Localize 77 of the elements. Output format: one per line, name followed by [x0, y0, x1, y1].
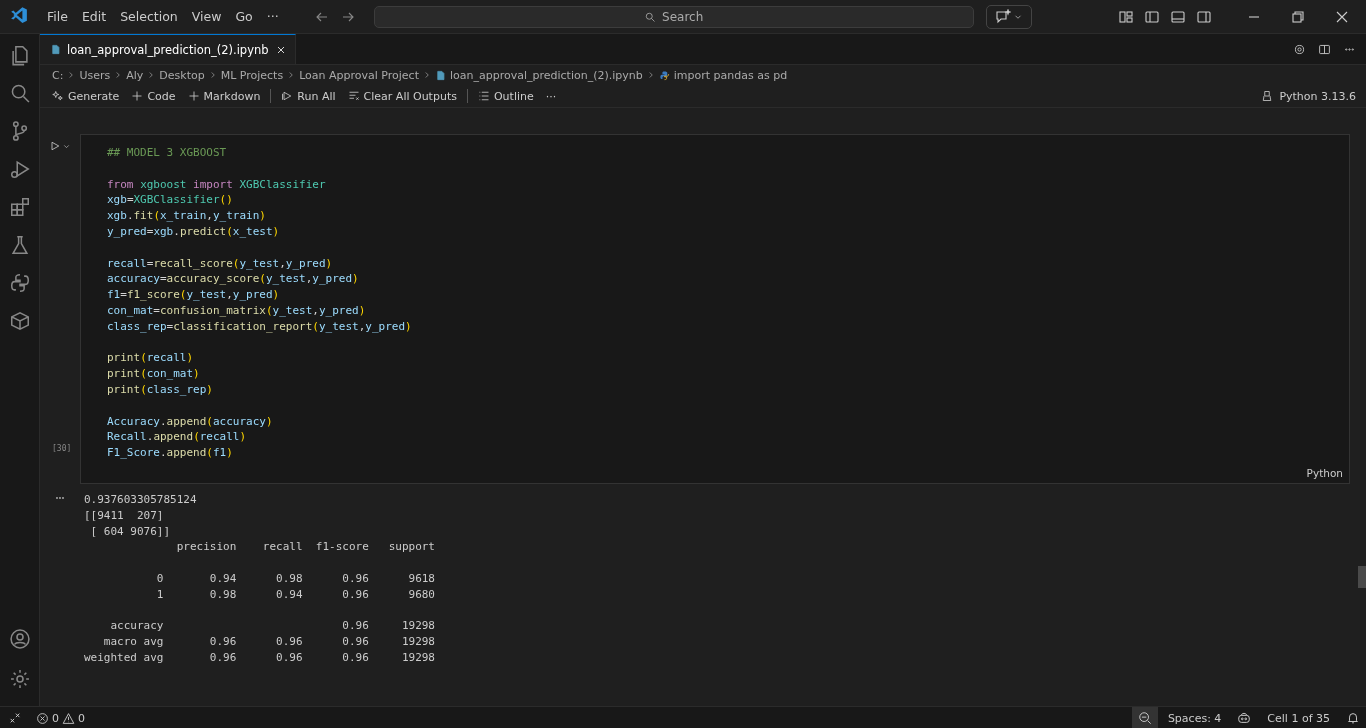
code-line: from xgboost import XGBClassifier — [107, 176, 327, 193]
code-line: f1=f1_score(y_test,y_pred) — [107, 287, 281, 303]
zoom-out-icon[interactable] — [1137, 711, 1152, 725]
layout-icon[interactable] — [1118, 8, 1134, 25]
extensions-icon[interactable] — [8, 196, 31, 218]
code-line: Recall.append(recall) — [107, 429, 248, 446]
breadcrumb-item[interactable]: Users — [79, 68, 111, 82]
menu-item[interactable]: Edit — [74, 6, 114, 27]
chat-bubble-icon — [994, 8, 1011, 25]
code-line: con_mat=confusion_matrix(y_test,y_pred) — [107, 302, 367, 319]
toolbar-button[interactable]: Outline — [473, 87, 538, 105]
sparkle-icon — [52, 90, 64, 102]
account-icon[interactable] — [8, 628, 31, 650]
run-debug-icon[interactable] — [8, 158, 31, 180]
menu-item[interactable]: ··· — [259, 6, 286, 27]
package-icon[interactable] — [8, 310, 31, 332]
error-icon — [36, 711, 49, 725]
breadcrumb-item[interactable]: loan_approval_prediction_(2).ipynb — [450, 68, 643, 82]
more-button[interactable]: ··· — [541, 87, 561, 105]
breadcrumb-item[interactable]: Aly — [126, 68, 144, 82]
breadcrumb-item[interactable]: Loan Approval Project — [299, 68, 419, 82]
problems-indicator[interactable]: 0 0 — [30, 711, 91, 725]
menu-item[interactable]: Go — [228, 6, 260, 27]
code-line: accuracy=accuracy_score(y_test,y_pred) — [107, 271, 360, 288]
editor-tab[interactable]: loan_approval_prediction_(2).ipynb — [40, 34, 296, 64]
code-line: ## MODEL 3 XGBOOST — [107, 145, 228, 161]
breadcrumb-item[interactable]: Desktop — [159, 68, 205, 82]
execution-count: [30] — [52, 444, 72, 453]
code-line: Accuracy.append(accuracy) — [107, 413, 274, 430]
kernel-icon — [1261, 90, 1274, 102]
copilot-icon[interactable] — [1237, 711, 1252, 725]
scrollbar-thumb[interactable] — [1358, 566, 1366, 588]
restore-icon[interactable] — [1290, 8, 1306, 25]
toolbar-button[interactable]: Code — [127, 87, 180, 105]
menu-item[interactable]: File — [40, 6, 75, 27]
search-icon — [644, 10, 657, 23]
run-all-icon — [281, 90, 294, 102]
breadcrumb-item[interactable]: C: — [52, 68, 64, 82]
code-line: print(recall) — [107, 350, 195, 367]
code-line: print(class_rep) — [107, 381, 214, 398]
notebook-file-icon — [435, 69, 446, 81]
play-icon — [49, 140, 61, 152]
code-line: F1_Score.append(f1) — [107, 445, 234, 461]
code-cell[interactable] — [80, 134, 1350, 484]
plus-icon — [187, 90, 200, 102]
clear-outputs-icon — [347, 90, 360, 102]
right-panel-icon[interactable] — [1196, 8, 1212, 25]
kernel-picker[interactable]: Python 3.13.6 — [1261, 89, 1356, 103]
code-line: xgb=XGBClassifier() — [107, 192, 234, 209]
notebook-file-icon — [50, 44, 61, 55]
toolbar-button[interactable]: Markdown — [183, 87, 265, 105]
indentation-status[interactable]: Spaces: 4 — [1161, 711, 1228, 725]
code-line: xgb.fit(x_train,y_train) — [107, 208, 267, 224]
plus-icon — [131, 90, 144, 102]
menu-item[interactable]: Selection — [113, 6, 185, 27]
breadcrumb-item[interactable]: import pandas as pd — [673, 68, 788, 82]
cell-position-status[interactable]: Cell 1 of 35 — [1261, 711, 1336, 725]
code-editor-logo-icon — [10, 6, 28, 24]
cell-language[interactable]: Python — [1306, 466, 1349, 483]
bottom-panel-icon[interactable] — [1170, 8, 1186, 25]
warning-icon — [62, 711, 75, 725]
left-panel-icon[interactable] — [1144, 8, 1160, 25]
toolbar-button[interactable]: Generate — [48, 87, 124, 105]
split-editor-icon[interactable] — [1318, 42, 1331, 56]
menu-item[interactable]: View — [184, 6, 229, 27]
code-line: recall=recall_score(y_test,y_pred) — [107, 255, 334, 272]
toolbar-button[interactable]: Run All — [277, 87, 340, 105]
search-field[interactable]: Search — [373, 5, 974, 28]
toolbar-button[interactable]: Clear All Outputs — [343, 87, 461, 105]
cell-output: 0.937603305785124 [[9411 207] [ 604 9076]] precision recall f1-score support 0 0.94 0.98 0.96 9618 1 0.98 0.94 0.96 9680 accuracy 0.96 19298 macro avg 0.96 0.96 0.96 19298 weighted avg 0.96 0.96 0.96 19298 — [83, 491, 435, 666]
run-cell-button[interactable] — [49, 140, 71, 152]
breadcrumb-item[interactable]: ML Projects — [220, 68, 284, 82]
bell-icon[interactable] — [1346, 711, 1360, 725]
chat-button[interactable] — [985, 4, 1032, 29]
code-line: y_pred=xgb.predict(x_test) — [107, 224, 281, 240]
code-line: print(con_mat) — [107, 366, 201, 382]
code-line: class_rep=classification_report(y_test,y_pred) — [107, 318, 413, 335]
